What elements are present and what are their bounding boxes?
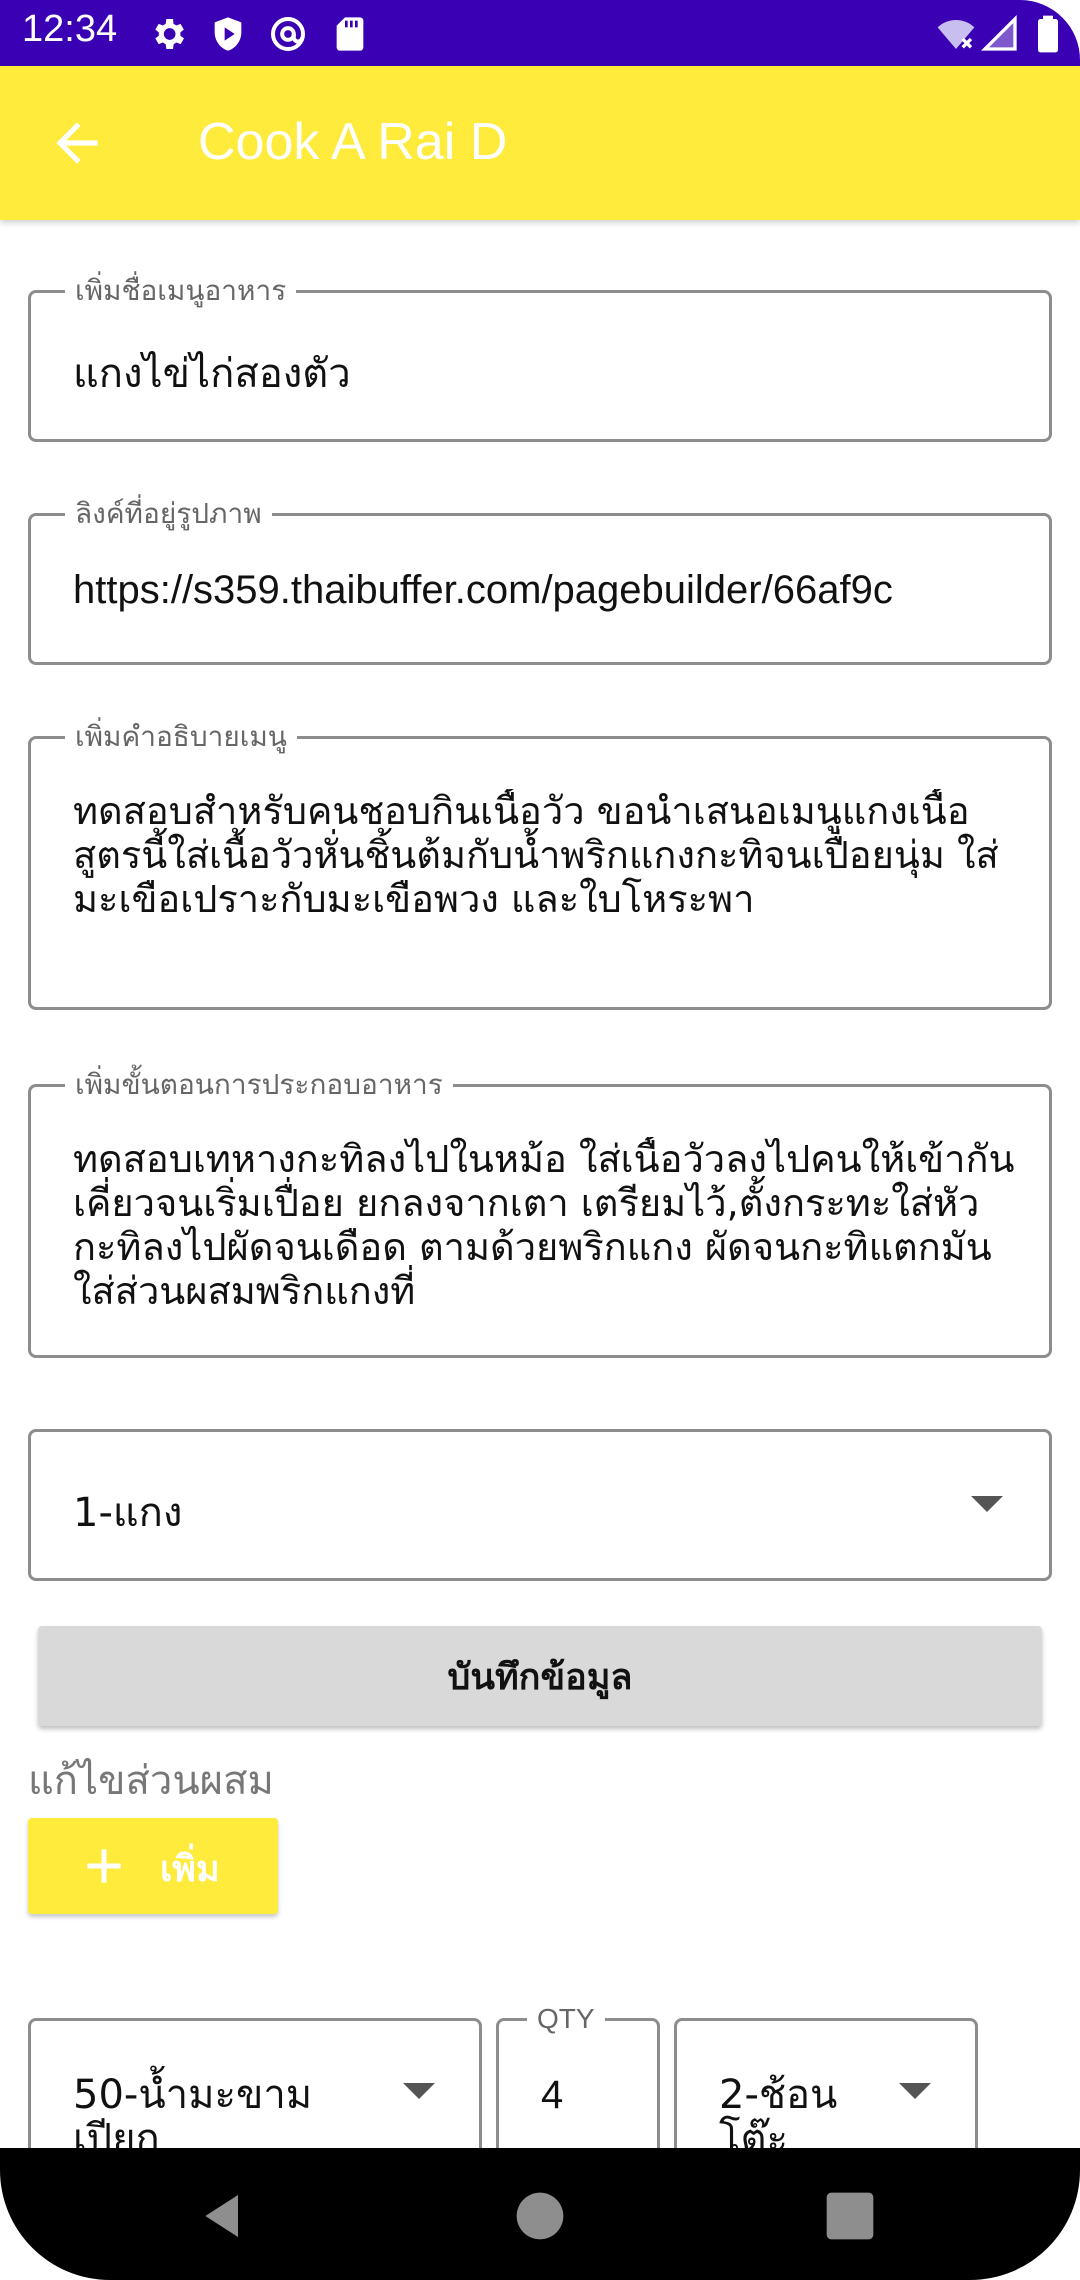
menu-name-label: เพิ่มชื่อเมนูอาหาร [65, 273, 297, 309]
description-label: เพิ่มคำอธิบายเมนู [65, 719, 297, 755]
description-field[interactable]: เพิ่มคำอธิบายเมนู ทดสอบสำหรับคนชอบกินเนื… [28, 719, 1052, 1010]
status-time: 12:34 [22, 8, 118, 50]
menu-name-input[interactable]: แกงไข่ไก่สองตัว [73, 341, 1021, 405]
qty-field[interactable]: QTY 4 [496, 2001, 660, 2158]
category-value: 1-แกง [73, 1490, 183, 1536]
category-dropdown[interactable]: 1-แกง [28, 1429, 1052, 1581]
ingredient-dropdown[interactable]: 50-น้ำมะขามเปียก [28, 2018, 482, 2161]
at-sign-icon [271, 17, 305, 51]
screen: 12:34 Cook A Rai D เพิ่มชื่อเมนูอาหาร แก… [0, 0, 1080, 2280]
image-link-input[interactable]: https://s359.thaibuffer.com/pagebuilder/… [73, 568, 1021, 613]
app-title: Cook A Rai D [198, 113, 508, 171]
steps-input[interactable]: ทดสอบเทหางกะทิลงไปในหม้อ ใส่เนื้อวัวลงไป… [73, 1137, 1021, 1315]
ingredients-heading: แก้ไขส่วนผสม [28, 1758, 274, 1804]
navigation-bar [0, 2148, 1080, 2280]
status-bar: 12:34 [0, 0, 1080, 66]
recents-square-icon[interactable] [822, 2188, 878, 2244]
menu-name-field[interactable]: เพิ่มชื่อเมนูอาหาร แกงไข่ไก่สองตัว [28, 273, 1052, 442]
chevron-down-icon [971, 1496, 1003, 1512]
qty-label: QTY [527, 2001, 605, 2037]
sd-card-icon [336, 17, 364, 51]
gear-icon [155, 19, 184, 49]
chevron-down-icon [899, 2083, 931, 2099]
unit-dropdown[interactable]: 2-ช้อนโต๊ะ [674, 2018, 978, 2161]
image-link-label: ลิงค์ที่อยู่รูปภาพ [65, 496, 272, 532]
add-ingredient-label: เพิ่ม [160, 1849, 220, 1890]
back-arrow-icon[interactable] [46, 112, 108, 174]
wifi-off-icon [937, 20, 975, 49]
back-triangle-icon[interactable] [196, 2188, 252, 2244]
save-button[interactable]: บันทึกข้อมูล [38, 1626, 1042, 1726]
battery-icon [1038, 15, 1058, 53]
chevron-down-icon [403, 2083, 435, 2099]
steps-field[interactable]: เพิ่มขั้นตอนการประกอบอาหาร ทดสอบเทหางกะท… [28, 1067, 1052, 1358]
image-link-field[interactable]: ลิงค์ที่อยู่รูปภาพ https://s359.thaibuff… [28, 496, 1052, 665]
add-ingredient-button[interactable]: เพิ่ม [28, 1818, 278, 1914]
description-input[interactable]: ทดสอบสำหรับคนชอบกินเนื้อวัว ขอนำเสนอเมนู… [73, 789, 1021, 979]
home-circle-icon[interactable] [512, 2188, 568, 2244]
plus-icon [87, 1849, 121, 1883]
qty-input[interactable]: 4 [541, 2073, 563, 2117]
shield-play-icon [214, 17, 242, 51]
signal-icon [980, 14, 1017, 51]
steps-label: เพิ่มขั้นตอนการประกอบอาหาร [65, 1067, 453, 1103]
app-bar: Cook A Rai D [0, 66, 1080, 220]
